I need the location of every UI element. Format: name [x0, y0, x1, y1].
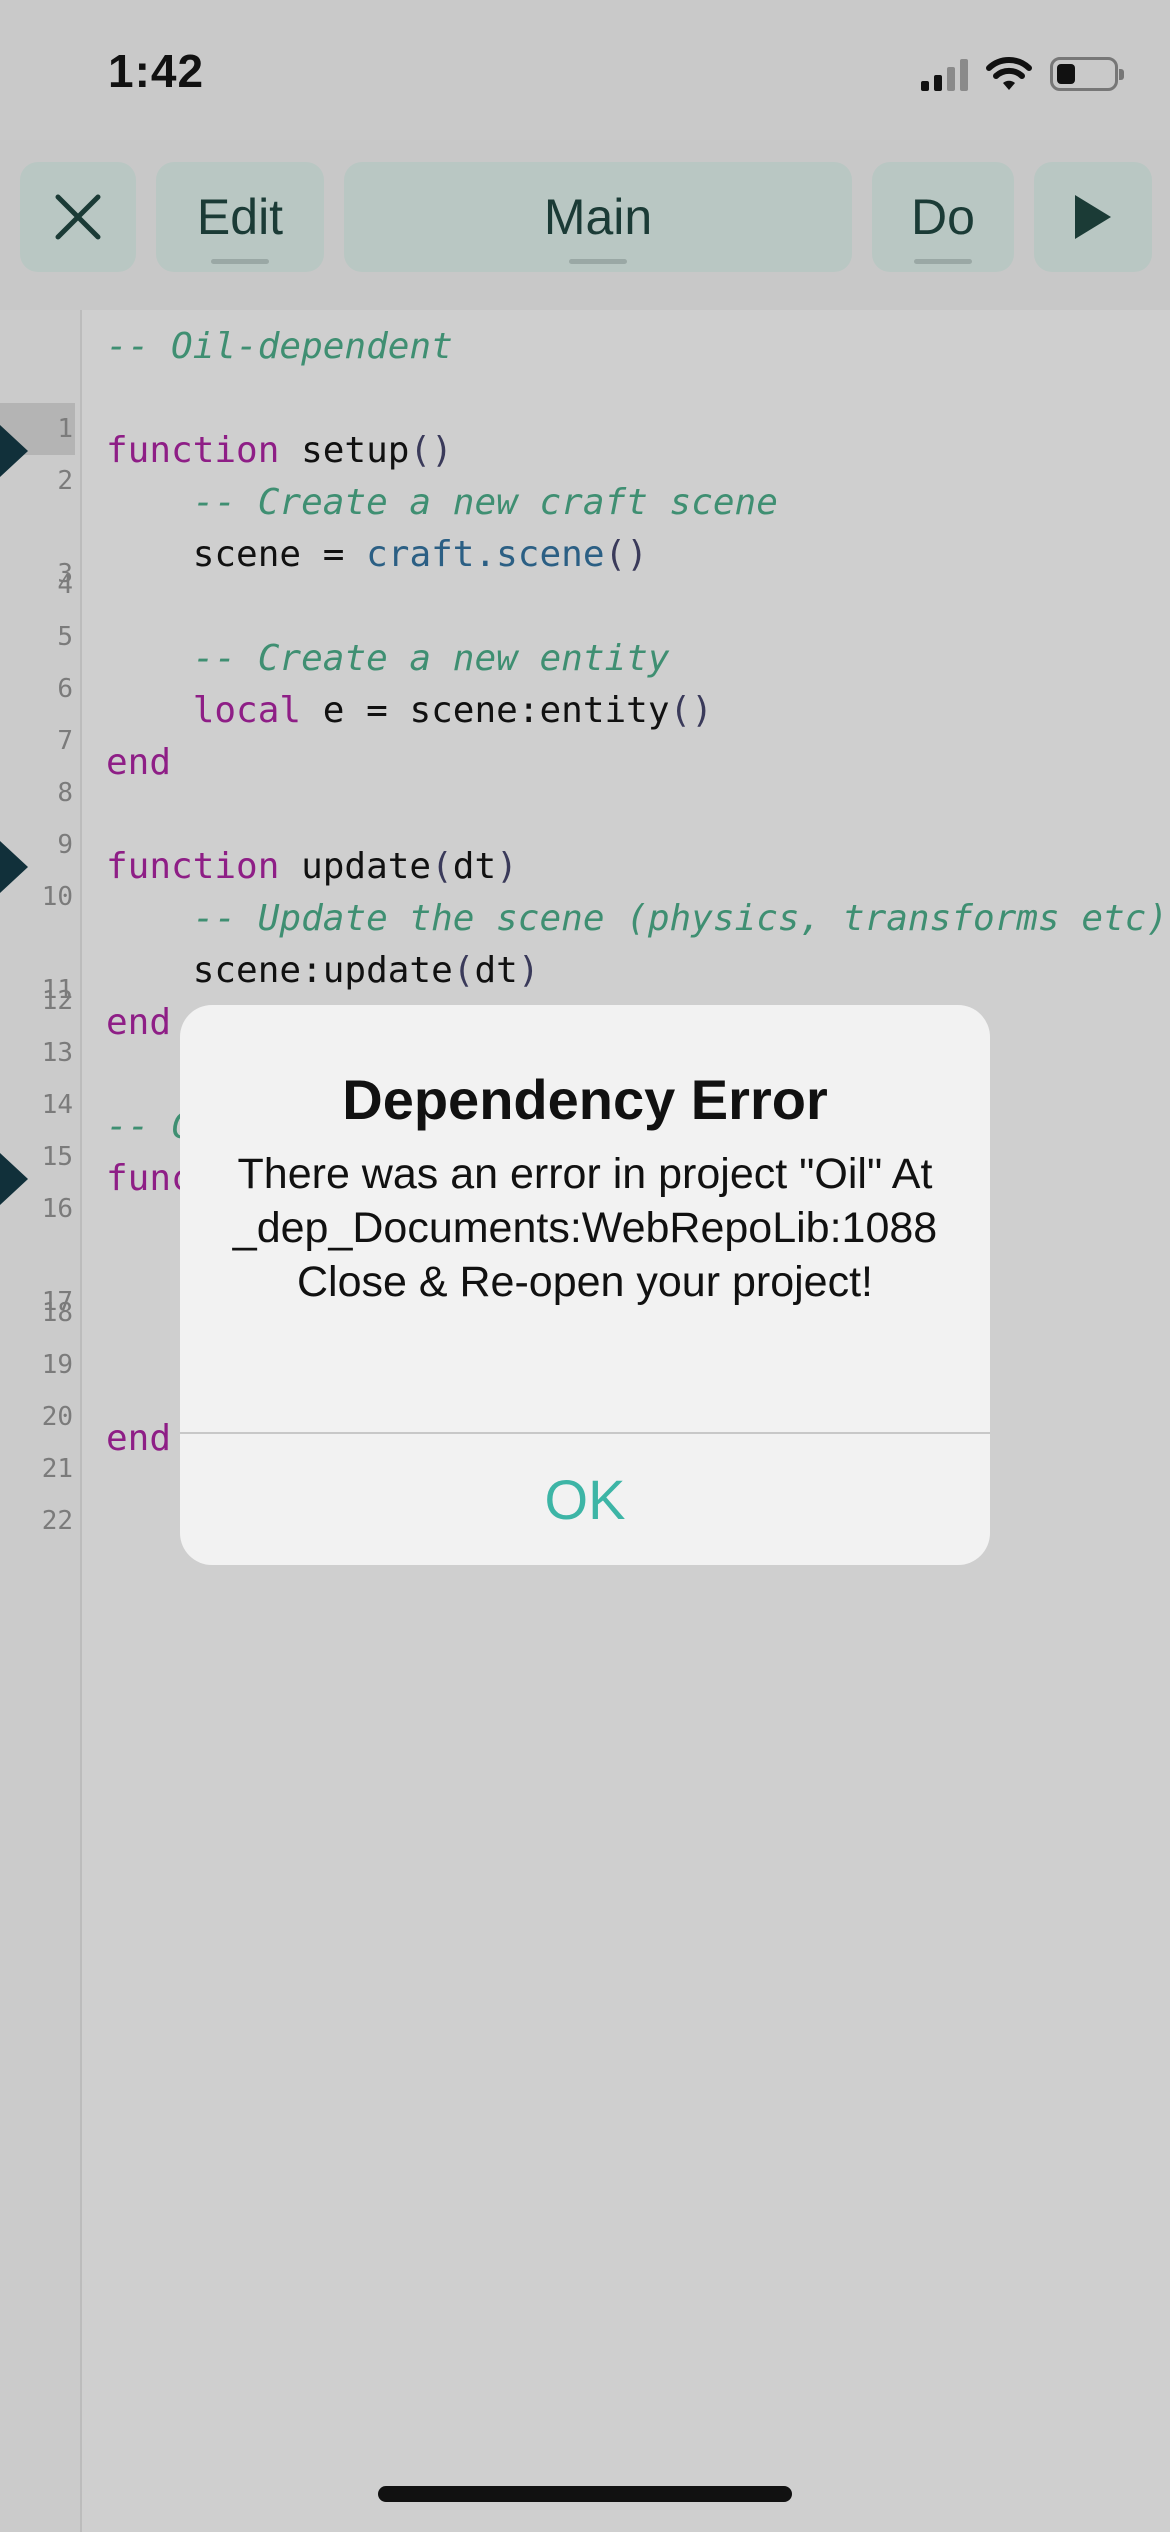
line-number: 22	[41, 1506, 73, 1536]
dialog-title: Dependency Error	[342, 1068, 828, 1131]
edit-button[interactable]: Edit	[156, 162, 324, 272]
close-icon	[55, 194, 101, 240]
code-line: 9 end	[0, 737, 1170, 860]
code-keyword: function	[106, 846, 280, 887]
dependency-error-dialog: Dependency Error There was an error in p…	[180, 1005, 990, 1565]
dialog-message: There was an error in project "Oil" At _…	[232, 1150, 938, 1306]
code-line: 8 local e = scene:entity()	[0, 685, 1170, 808]
code-paren: (	[431, 846, 453, 887]
ok-button[interactable]: OK	[180, 1434, 990, 1565]
code-argument: dt	[474, 950, 518, 991]
code-keyword: function	[106, 430, 280, 471]
battery-icon	[1050, 57, 1124, 91]
code-line: 6	[0, 581, 1170, 704]
wifi-icon	[986, 57, 1032, 90]
code-comment: -- Create a new entity	[106, 638, 670, 679]
status-bar: 1:42	[0, 0, 1170, 140]
code-keyword: end	[106, 1418, 172, 1459]
code-text: scene:update	[106, 950, 453, 991]
function-marker-icon[interactable]	[0, 841, 28, 893]
code-function-name: update	[279, 846, 432, 887]
home-indicator[interactable]	[378, 2486, 792, 2502]
tab-main-label: Main	[543, 189, 653, 245]
tab-do-label: Do	[911, 189, 975, 245]
editor-toolbar: Edit Main Do	[0, 140, 1170, 310]
code-line: 11 function update(dt)	[0, 841, 1170, 1005]
code-paren: )	[517, 950, 540, 991]
code-line: 2	[0, 373, 1170, 496]
status-time: 1:42	[108, 45, 205, 97]
code-parens: ()	[409, 430, 453, 471]
code-line: 4 -- Create a new craft scene	[0, 477, 1170, 600]
code-argument: dt	[452, 846, 497, 887]
run-button[interactable]	[1034, 162, 1152, 272]
code-line: 7 -- Create a new entity	[0, 633, 1170, 756]
function-marker-icon[interactable]	[0, 425, 28, 477]
code-keyword: end	[106, 1002, 172, 1043]
code-text: scene =	[106, 534, 367, 575]
edit-button-label: Edit	[196, 189, 284, 245]
tab-main[interactable]: Main	[344, 162, 852, 272]
code-line: 1 -- Oil-dependent	[0, 321, 1170, 455]
code-comment: -- Create a new craft scene	[106, 482, 778, 523]
tab-do[interactable]: Do	[872, 162, 1014, 272]
close-button[interactable]	[20, 162, 136, 272]
code-line: 12 -- Update the scene (physics, transfo…	[0, 893, 1170, 1016]
status-icons	[921, 52, 1124, 96]
do-tab-indicator	[914, 259, 972, 264]
main-tab-indicator	[569, 259, 627, 264]
cellular-signal-icon	[921, 57, 968, 91]
code-parens: ()	[669, 690, 713, 731]
play-icon	[1075, 195, 1111, 239]
code-comment: -- Update the scene (physics, transforms…	[106, 898, 1169, 939]
code-keyword: local	[106, 690, 302, 731]
function-marker-icon[interactable]	[0, 1153, 28, 1205]
code-paren: (	[452, 950, 475, 991]
code-line: 10	[0, 789, 1170, 912]
code-paren: )	[496, 846, 518, 887]
code-comment: -- Oil-dependent	[106, 326, 453, 367]
code-line: 5 scene = craft.scene()	[0, 529, 1170, 652]
code-line: 13 scene:update(dt)	[0, 945, 1170, 1068]
code-function-name: setup	[279, 430, 410, 471]
code-keyword: end	[106, 742, 172, 783]
code-text: e = scene:entity	[301, 690, 670, 731]
edit-tab-indicator	[211, 259, 269, 264]
code-parens: ()	[604, 534, 648, 575]
code-line: 3 function setup()	[0, 425, 1170, 589]
code-function-call: craft.scene	[366, 534, 605, 575]
